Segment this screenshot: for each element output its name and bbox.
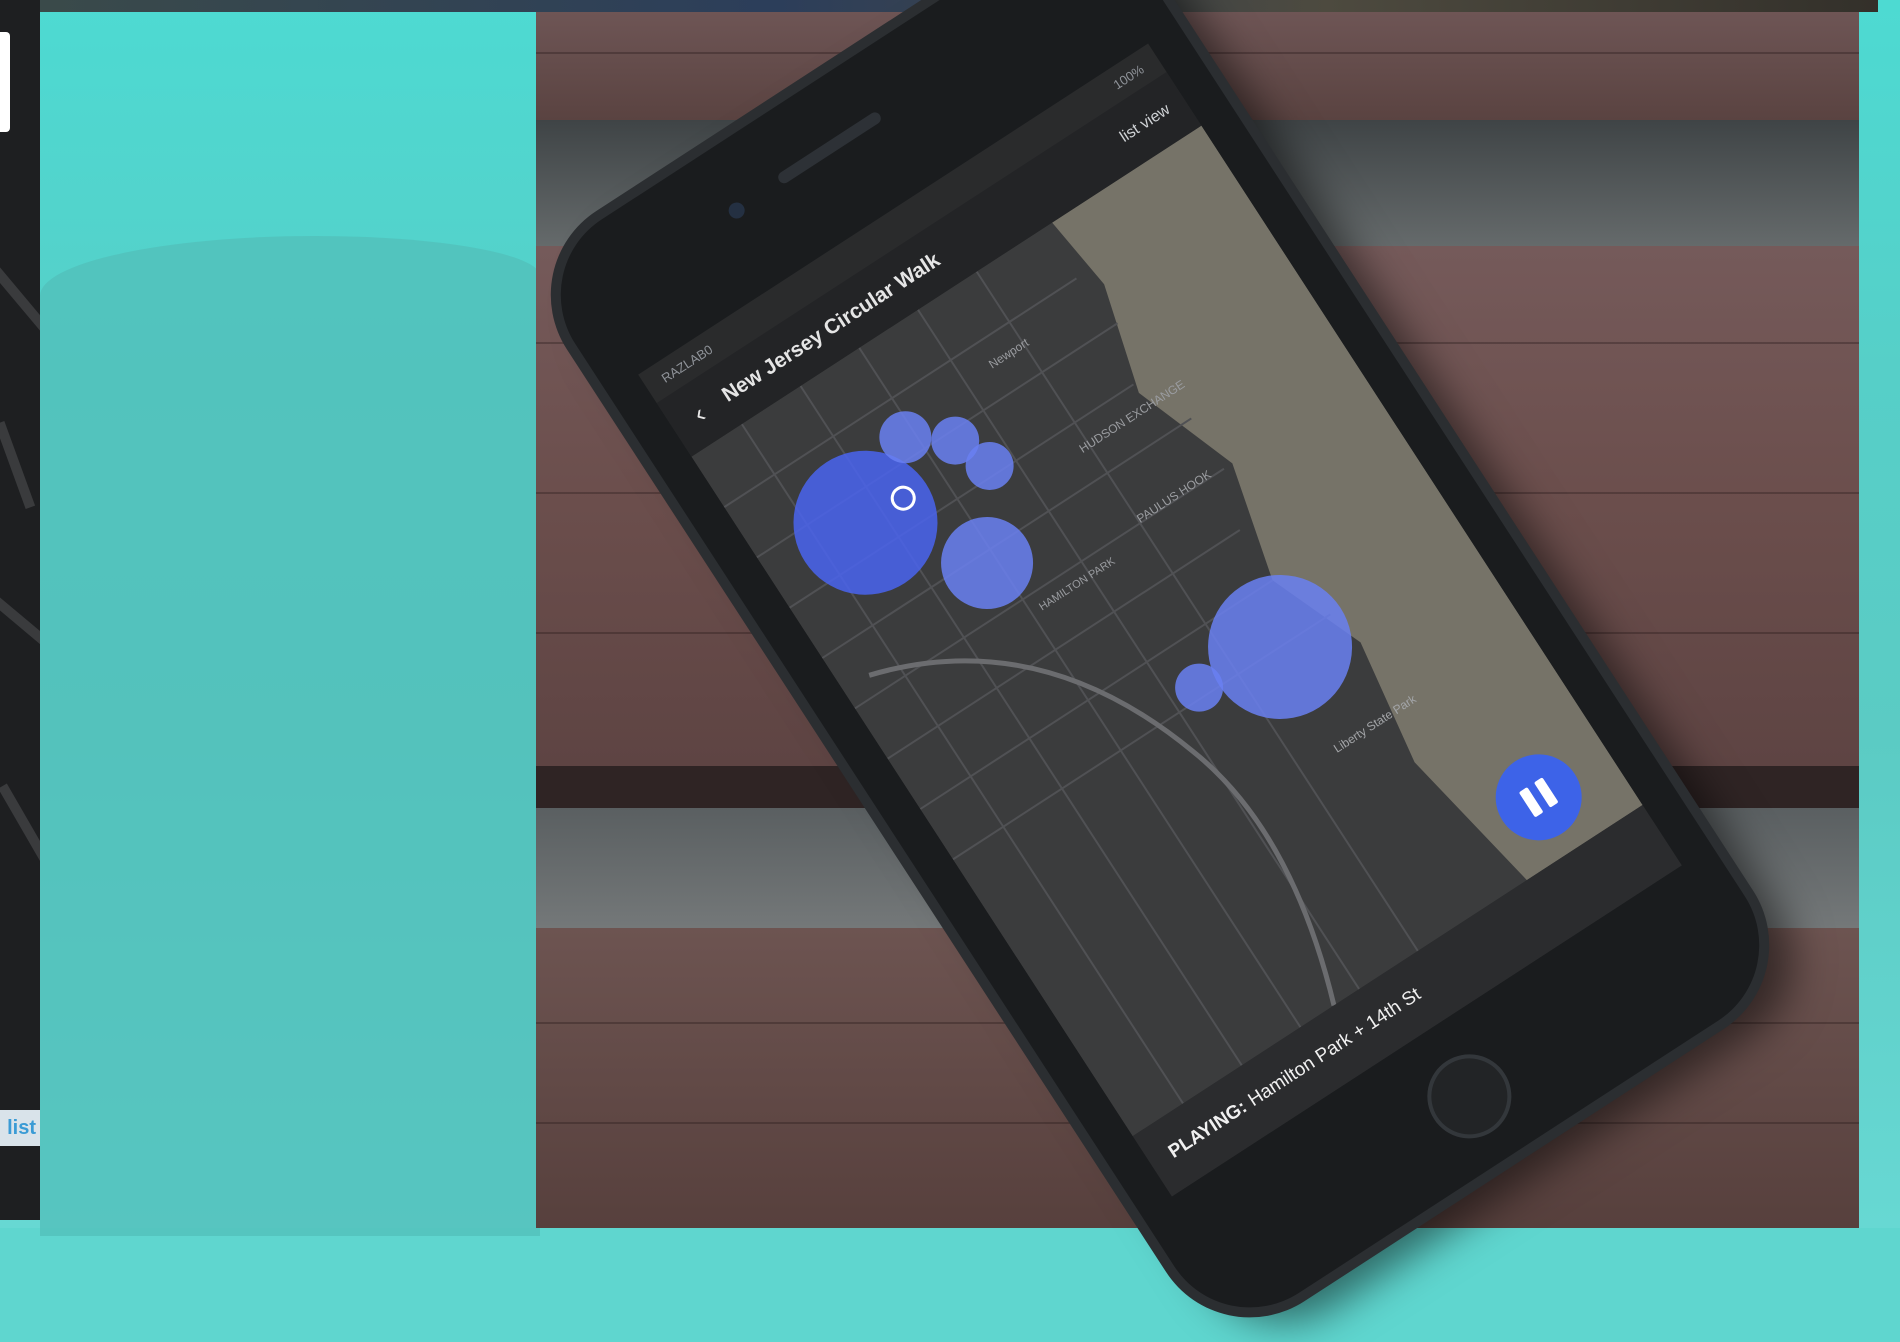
map-road: [0, 267, 40, 343]
map-road: [0, 592, 40, 658]
left-list-button[interactable]: list: [0, 1110, 40, 1146]
left-panel-white-tab[interactable]: [0, 32, 10, 132]
map-road: [0, 783, 40, 867]
left-map-panel: list: [0, 0, 40, 1220]
background-hill-shape: [40, 236, 540, 1236]
map-road: [0, 421, 36, 509]
speaker-grille: [775, 110, 884, 186]
playing-prefix: PLAYING:: [1164, 1096, 1251, 1163]
home-button[interactable]: [1411, 1038, 1528, 1155]
front-camera-icon: [725, 199, 748, 222]
list-view-button[interactable]: list view: [1117, 91, 1189, 146]
